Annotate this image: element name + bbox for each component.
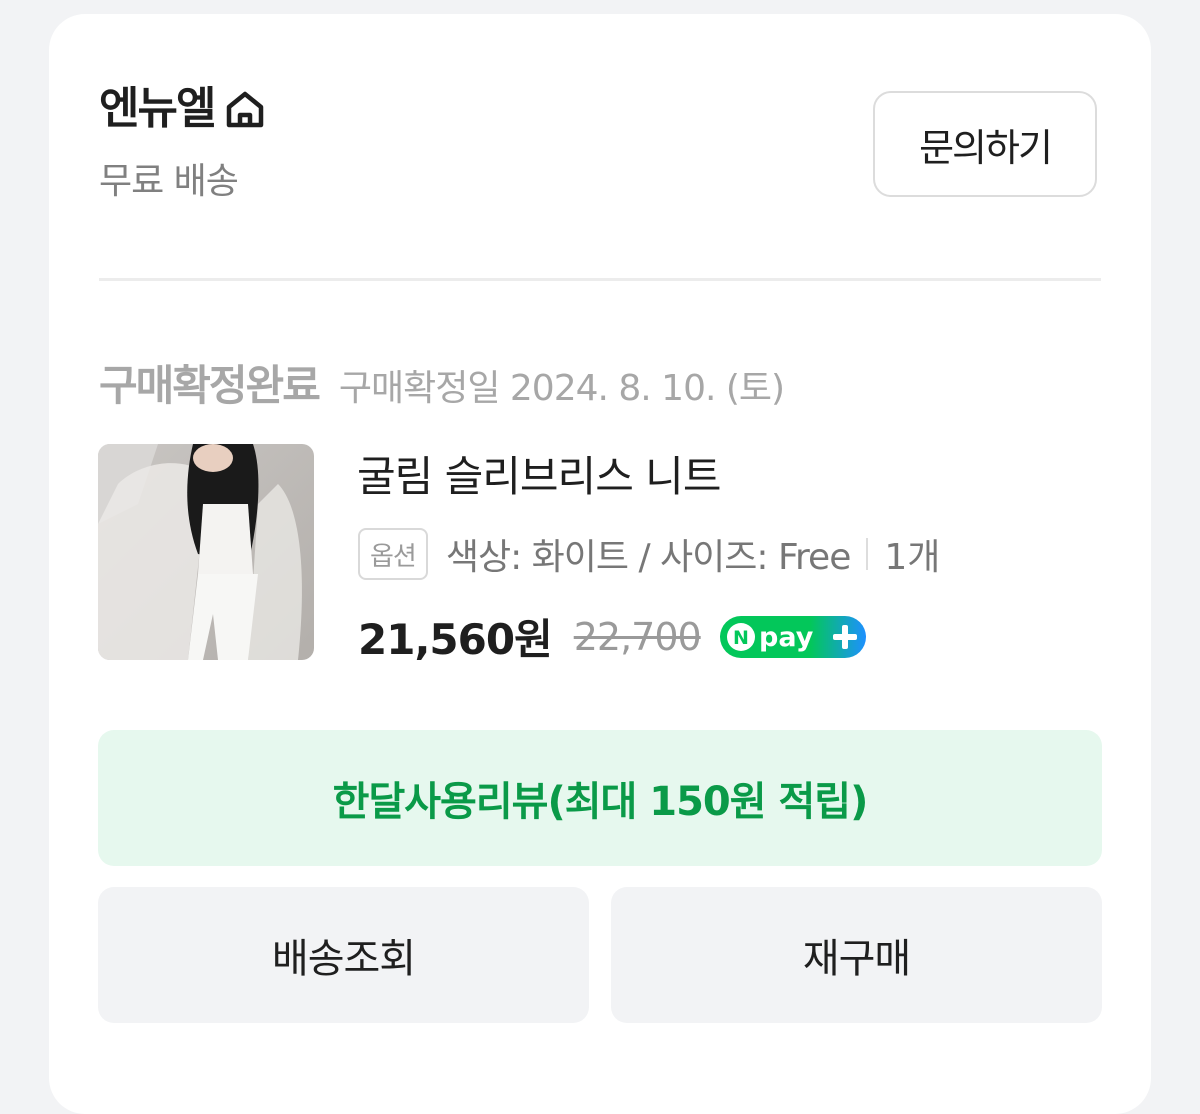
product-thumbnail[interactable] [98,444,314,660]
divider [99,278,1101,281]
reorder-button[interactable]: 재구매 [611,887,1102,1023]
product-option-row: 옵션 색상: 화이트 / 사이즈: Free 1개 [358,528,940,580]
original-price: 22,700 [573,614,702,659]
order-card: 엔뉴엘 무료 배송 문의하기 구매확정완료 구매확정일 2024. 8. 10.… [49,14,1151,1114]
shipping-info: 무료 배송 [99,161,239,202]
option-text: 색상: 화이트 / 사이즈: Free [445,537,852,578]
store-header: 엔뉴엘 [99,84,268,134]
store-home-icon[interactable] [222,86,268,132]
svg-text:pay: pay [759,622,814,653]
confirm-date: 구매확정일 2024. 8. 10. (토) [338,368,785,409]
option-divider [866,538,869,570]
price-row: 21,560원 22,700 N pay [358,606,867,667]
price: 21,560원 [358,615,553,664]
product-name[interactable]: 굴림 슬리브리스 니트 [357,450,721,504]
order-status-row: 구매확정완료 구매확정일 2024. 8. 10. (토) [99,352,785,413]
delivery-tracking-button[interactable]: 배송조회 [98,887,589,1023]
option-badge: 옵션 [358,528,428,580]
store-name[interactable]: 엔뉴엘 [99,84,216,134]
quantity: 1개 [884,537,941,578]
npay-plus-badge: N pay [719,615,867,659]
svg-text:N: N [733,627,749,649]
order-status: 구매확정완료 [99,361,321,410]
monthly-review-button[interactable]: 한달사용리뷰(최대 150원 적립) [98,730,1102,866]
inquiry-button[interactable]: 문의하기 [873,91,1097,197]
